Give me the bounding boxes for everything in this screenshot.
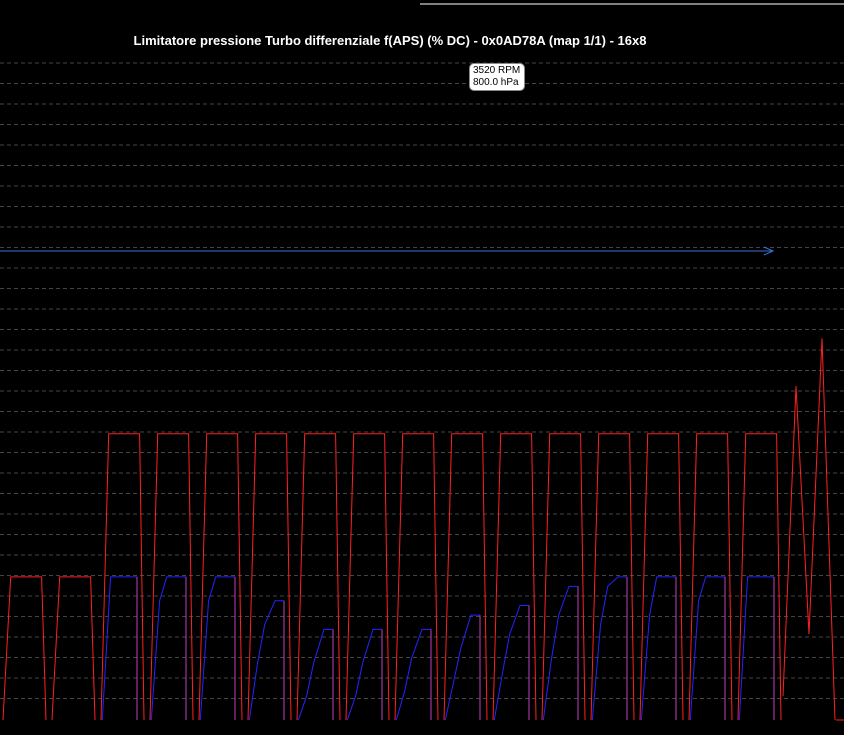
series-line-blue	[297, 628, 333, 721]
series-line-red	[296, 433, 341, 721]
series-line-red	[590, 433, 635, 721]
series-line-blue	[444, 614, 480, 721]
series-line-red	[345, 433, 390, 721]
chart-panel: Limitatore pressione Turbo differenziale…	[0, 0, 844, 735]
series-line-blue	[346, 628, 382, 721]
series-line-red	[394, 433, 439, 721]
series-line-red	[541, 433, 586, 721]
plot-area	[0, 3, 844, 721]
series-line-red	[443, 433, 488, 721]
series-line-blue	[395, 628, 431, 721]
series-tail-red	[782, 338, 836, 721]
series-line-red	[492, 433, 537, 721]
series-line-blue	[493, 605, 529, 721]
cursor-tooltip: 3520 RPM 800.0 hPa	[469, 63, 526, 91]
series-line-blue	[248, 600, 284, 721]
series-line-red	[247, 433, 292, 721]
tooltip-pressure: 800.0 hPa	[473, 77, 519, 88]
series-line-blue	[542, 585, 578, 721]
tooltip-rpm: 3520 RPM	[473, 65, 521, 76]
